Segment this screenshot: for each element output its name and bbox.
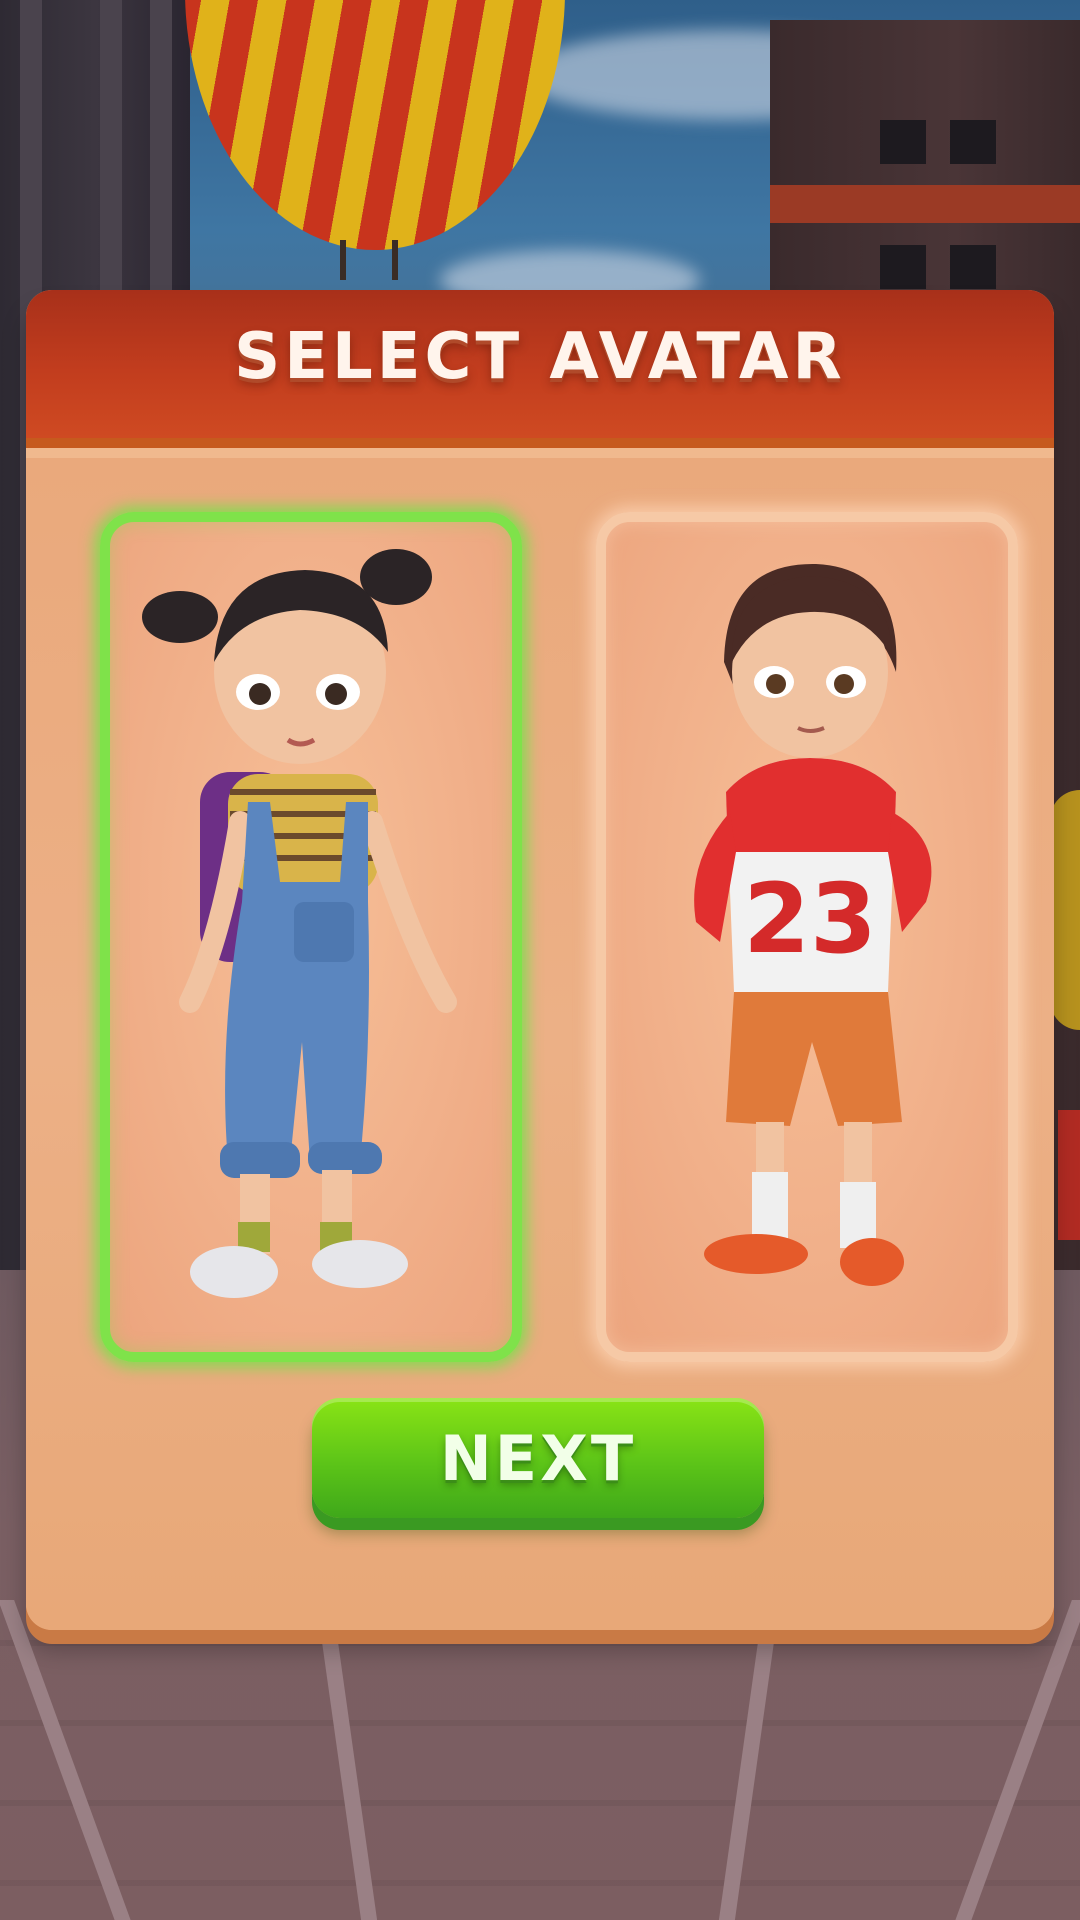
avatar-card-girl[interactable] bbox=[100, 512, 522, 1362]
tree bbox=[1050, 790, 1080, 1030]
red-post bbox=[1058, 1110, 1080, 1240]
next-button[interactable]: NEXT bbox=[312, 1398, 764, 1518]
jersey-number: 23 bbox=[743, 863, 877, 975]
dialog-title: SELECT AVATAR bbox=[234, 320, 846, 394]
select-avatar-dialog: SELECT AVATAR 23 NEXT bbox=[26, 290, 1054, 1630]
hot-air-balloon bbox=[185, 0, 565, 250]
balloon-rope bbox=[392, 240, 398, 280]
boy-avatar-image: 23 bbox=[694, 563, 932, 1286]
dialog-header: SELECT AVATAR bbox=[26, 290, 1054, 460]
girl-avatar-image bbox=[142, 549, 457, 1298]
balloon-rope bbox=[340, 240, 346, 280]
track-sleepers bbox=[0, 1640, 1080, 1920]
avatar-card-boy[interactable]: 23 bbox=[596, 512, 1018, 1362]
next-button-label: NEXT bbox=[439, 1421, 637, 1495]
